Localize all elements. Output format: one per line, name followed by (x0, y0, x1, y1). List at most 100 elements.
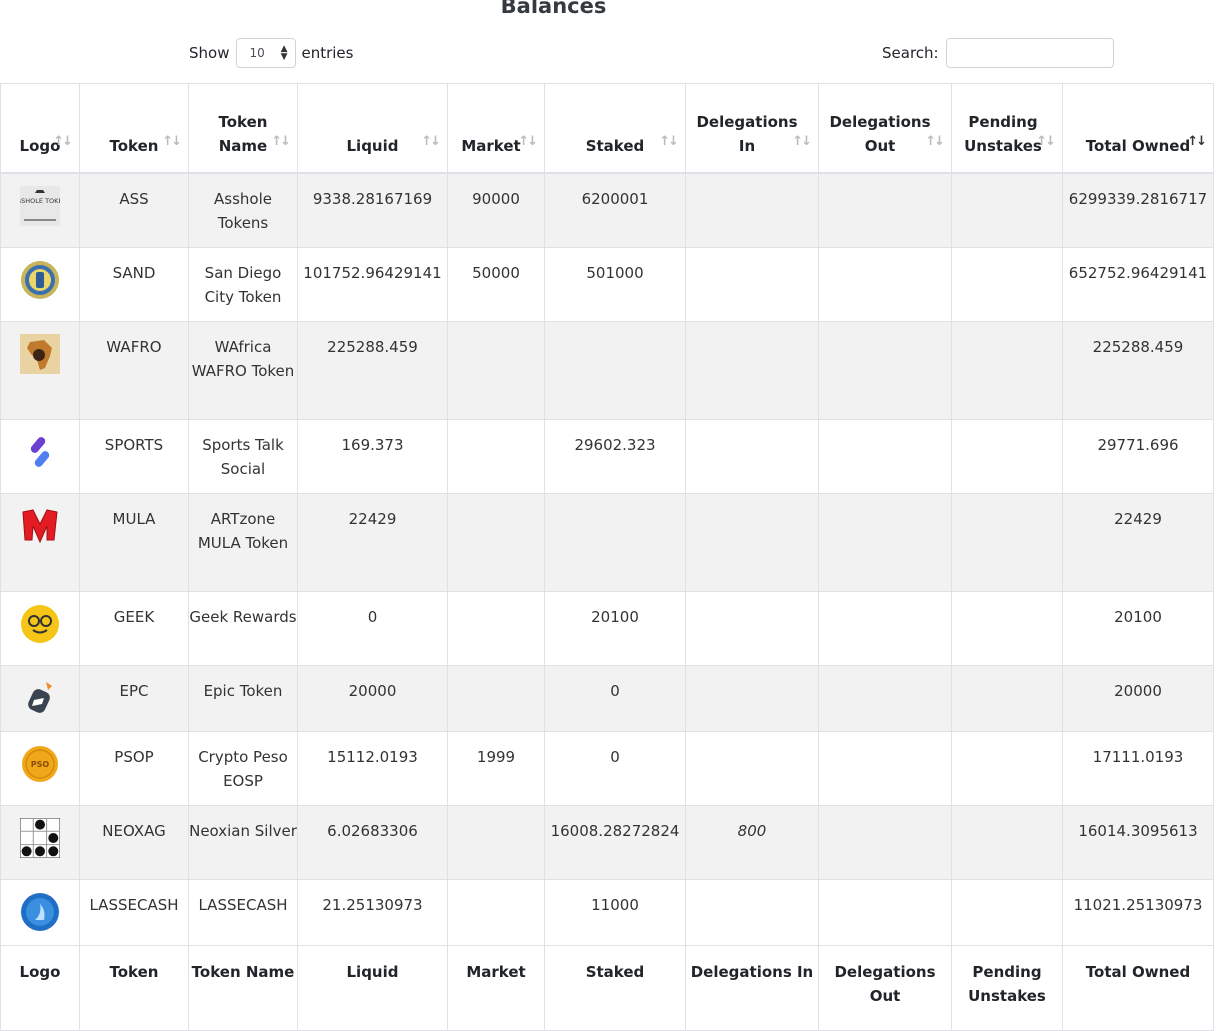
column-header-label: Pending Unstakes (964, 113, 1042, 155)
liquid-cell: 21.25130973 (297, 879, 448, 946)
select-arrows-icon: ▲ ▼ (280, 44, 288, 62)
token-name-cell: WAfrica WAFRO Token (188, 321, 298, 420)
token-name-cell: Neoxian Silver (188, 805, 298, 880)
sand-token-logo (21, 261, 59, 299)
footer-market: Market (447, 945, 545, 1031)
token-name-cell: San Diego City Token (188, 247, 298, 322)
staked-cell (544, 321, 686, 420)
footer-delegations-out: Delegations Out (818, 945, 952, 1031)
delegations-in-cell (685, 493, 819, 592)
delegations-in-cell (685, 247, 819, 322)
sort-icon: ↑↓ (518, 134, 538, 149)
delegations-in-cell (685, 321, 819, 420)
footer-liquid: Liquid (297, 945, 448, 1031)
column-header-label: Delegations In (696, 113, 798, 155)
sort-icon: ↑↓ (162, 134, 182, 149)
page-length-value: 10 (249, 46, 265, 60)
liquid-cell: 225288.459 (297, 321, 448, 420)
pending-unstakes-cell (951, 879, 1063, 946)
column-header-staked[interactable]: Staked ↑↓ (544, 83, 686, 174)
sort-icon: ↑↓ (659, 134, 679, 149)
token-name-cell: Asshole Tokens (188, 172, 298, 248)
staked-cell: 16008.28272824 (544, 805, 686, 880)
table-row: ASSHOLE TOKEN ASS Asshole Tokens 9338.28… (0, 172, 1214, 248)
market-cell (447, 879, 545, 946)
delegations-in-cell (685, 665, 819, 732)
table-row: NEOXAG Neoxian Silver 6.02683306 16008.2… (0, 805, 1214, 880)
delegations-out-cell (818, 419, 952, 494)
psop-token-logo: PSO (22, 746, 58, 782)
market-cell (447, 805, 545, 880)
delegations-in-cell (685, 731, 819, 806)
token-name-cell: Crypto Peso EOSP (188, 731, 298, 806)
staked-cell: 20100 (544, 591, 686, 666)
delegations-out-cell (818, 805, 952, 880)
token-cell: LASSECASH (79, 879, 189, 946)
delegations-out-cell (818, 321, 952, 420)
column-header-label: Token (109, 137, 159, 155)
staked-cell: 501000 (544, 247, 686, 322)
column-header-delegations-out[interactable]: Delegations Out ↑↓ (818, 83, 952, 174)
delegations-in-cell (685, 419, 819, 494)
pending-unstakes-cell (951, 321, 1063, 420)
table-row: WAFRO WAfrica WAFRO Token 225288.459 225… (0, 321, 1214, 420)
total-owned-cell: 17111.0193 (1062, 731, 1214, 806)
pending-unstakes-cell (951, 731, 1063, 806)
column-header-token-name[interactable]: Token Name ↑↓ (188, 83, 298, 174)
delegations-out-cell (818, 879, 952, 946)
delegations-out-cell (818, 493, 952, 592)
wafro-token-logo (20, 334, 60, 374)
column-header-liquid[interactable]: Liquid ↑↓ (297, 83, 448, 174)
table-header-row: Logo ↑↓ Token ↑↓ Token Name ↑↓ Liquid ↑↓ Mar… (0, 83, 1214, 174)
staked-cell: 0 (544, 731, 686, 806)
liquid-cell: 22429 (297, 493, 448, 592)
neoxag-token-logo (20, 818, 60, 858)
pending-unstakes-cell (951, 419, 1063, 494)
liquid-cell: 169.373 (297, 419, 448, 494)
pending-unstakes-cell (951, 172, 1063, 248)
table-footer-row: Logo Token Token Name Liquid Market Stak… (0, 945, 1214, 1031)
staked-cell: 11000 (544, 879, 686, 946)
table-row: PSO PSOP Crypto Peso EOSP 15112.0193 199… (0, 731, 1214, 806)
token-cell: NEOXAG (79, 805, 189, 880)
token-cell: MULA (79, 493, 189, 592)
psop-logo-text: PSO (31, 760, 50, 769)
liquid-cell: 15112.0193 (297, 731, 448, 806)
total-owned-cell: 16014.3095613 (1062, 805, 1214, 880)
market-cell (447, 419, 545, 494)
liquid-cell: 9338.28167169 (297, 172, 448, 248)
column-header-token[interactable]: Token ↑↓ (79, 83, 189, 174)
liquid-cell: 0 (297, 591, 448, 666)
show-label: Show (189, 44, 230, 62)
column-header-logo[interactable]: Logo ↑↓ (0, 83, 80, 174)
search-label: Search: (882, 44, 939, 62)
column-header-total-owned[interactable]: Total Owned ↑↓ (1062, 83, 1214, 174)
market-cell (447, 321, 545, 420)
staked-cell: 0 (544, 665, 686, 732)
market-cell (447, 493, 545, 592)
market-cell: 50000 (447, 247, 545, 322)
search-input[interactable] (945, 38, 1114, 68)
token-cell: EPC (79, 665, 189, 732)
table-row: GEEK Geek Rewards 0 20100 20100 (0, 591, 1214, 666)
column-header-label: Market (461, 137, 521, 155)
sort-icon: ↑↓ (271, 134, 291, 149)
liquid-cell: 20000 (297, 665, 448, 732)
column-header-delegations-in[interactable]: Delegations In ↑↓ (685, 83, 819, 174)
total-owned-cell: 20100 (1062, 591, 1214, 666)
token-cell: SAND (79, 247, 189, 322)
ass-token-logo: ASSHOLE TOKEN (20, 186, 60, 226)
page-length-select[interactable]: 10 ▲ ▼ (236, 38, 297, 68)
token-cell: SPORTS (79, 419, 189, 494)
lassecash-token-logo (21, 893, 59, 931)
delegations-out-cell (818, 731, 952, 806)
column-header-market[interactable]: Market ↑↓ (447, 83, 545, 174)
sort-icon: ↑↓ (925, 134, 945, 149)
token-name-cell: ARTzone MULA Token (188, 493, 298, 592)
sort-icon: ↑↓ (792, 134, 812, 149)
total-owned-cell: 6299339.2816717 (1062, 172, 1214, 248)
column-header-pending-unstakes[interactable]: Pending Unstakes ↑↓ (951, 83, 1063, 174)
total-owned-cell: 29771.696 (1062, 419, 1214, 494)
delegations-in-cell (685, 591, 819, 666)
delegations-in-cell (685, 172, 819, 248)
